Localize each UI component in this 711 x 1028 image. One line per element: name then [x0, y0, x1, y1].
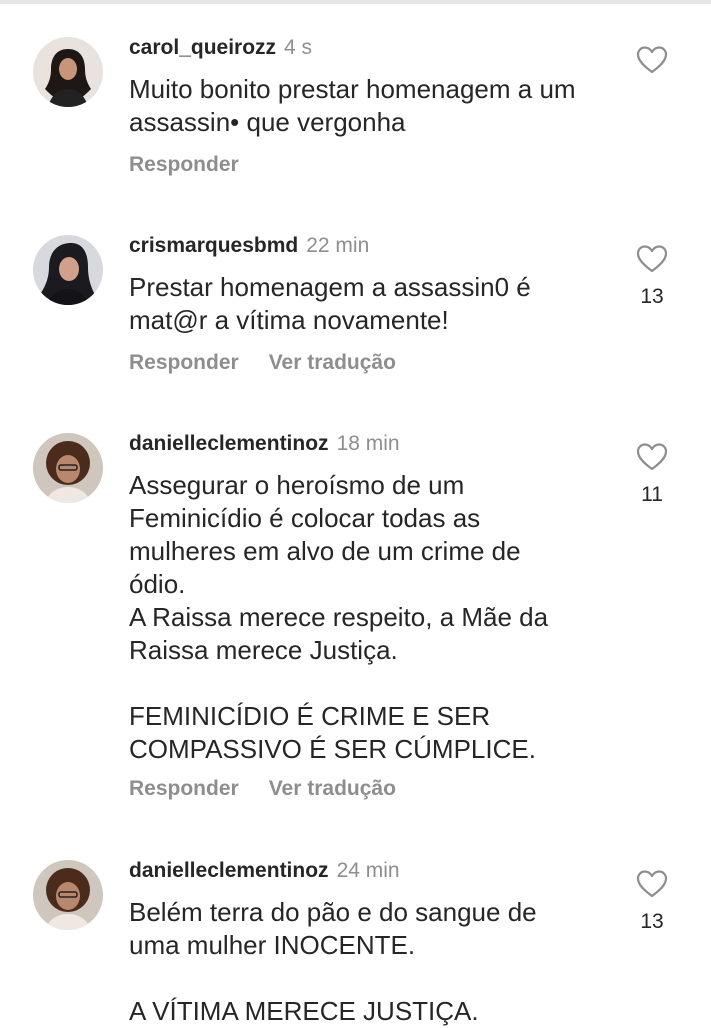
comment-text: Assegurar o heroísmo de um Feminicídio é…: [129, 470, 549, 764]
reply-button[interactable]: Responder: [129, 153, 239, 176]
see-translation-button[interactable]: Ver tradução: [269, 777, 396, 800]
comment-header: danielleclementinoz 18 min: [129, 431, 400, 457]
username[interactable]: carol_queirozz: [129, 36, 276, 59]
avatar[interactable]: [33, 37, 103, 107]
comment-actions: Responder Ver tradução: [129, 777, 396, 801]
username[interactable]: crismarquesbmd: [129, 234, 298, 257]
avatar[interactable]: [33, 860, 103, 930]
comment-actions: Responder Ver tradução: [129, 351, 396, 375]
avatar[interactable]: [33, 235, 103, 305]
timestamp: 4 s: [284, 36, 313, 59]
username[interactable]: danielleclementinoz: [129, 432, 329, 455]
comment-text: Belém terra do pão e do sangue de uma mu…: [129, 897, 537, 1026]
avatar[interactable]: [33, 433, 103, 503]
timestamp: 24 min: [336, 859, 400, 882]
see-translation-button[interactable]: Ver tradução: [269, 351, 396, 374]
comment-header: crismarquesbmd 22 min: [129, 233, 369, 259]
timestamp: 22 min: [306, 234, 370, 257]
comment-text: Muito bonito prestar homenagem a um assa…: [129, 74, 576, 137]
like-count: 13: [640, 910, 664, 933]
username[interactable]: danielleclementinoz: [129, 859, 329, 882]
comment-header: carol_queirozz 4 s: [129, 35, 312, 61]
timestamp: 18 min: [336, 432, 400, 455]
comment-header: danielleclementinoz 24 min: [129, 858, 400, 884]
heart-icon[interactable]: [636, 442, 668, 472]
comment-text: Prestar homenagem a assassin0 é mat@r a …: [129, 272, 531, 335]
reply-button[interactable]: Responder: [129, 777, 239, 800]
comment-actions: Responder: [129, 153, 239, 177]
heart-icon[interactable]: [636, 244, 668, 274]
like-count: 13: [640, 285, 664, 308]
heart-icon[interactable]: [636, 869, 668, 899]
heart-icon[interactable]: [636, 45, 668, 75]
top-divider: [0, 0, 711, 4]
reply-button[interactable]: Responder: [129, 351, 239, 374]
like-count: 11: [641, 483, 663, 506]
